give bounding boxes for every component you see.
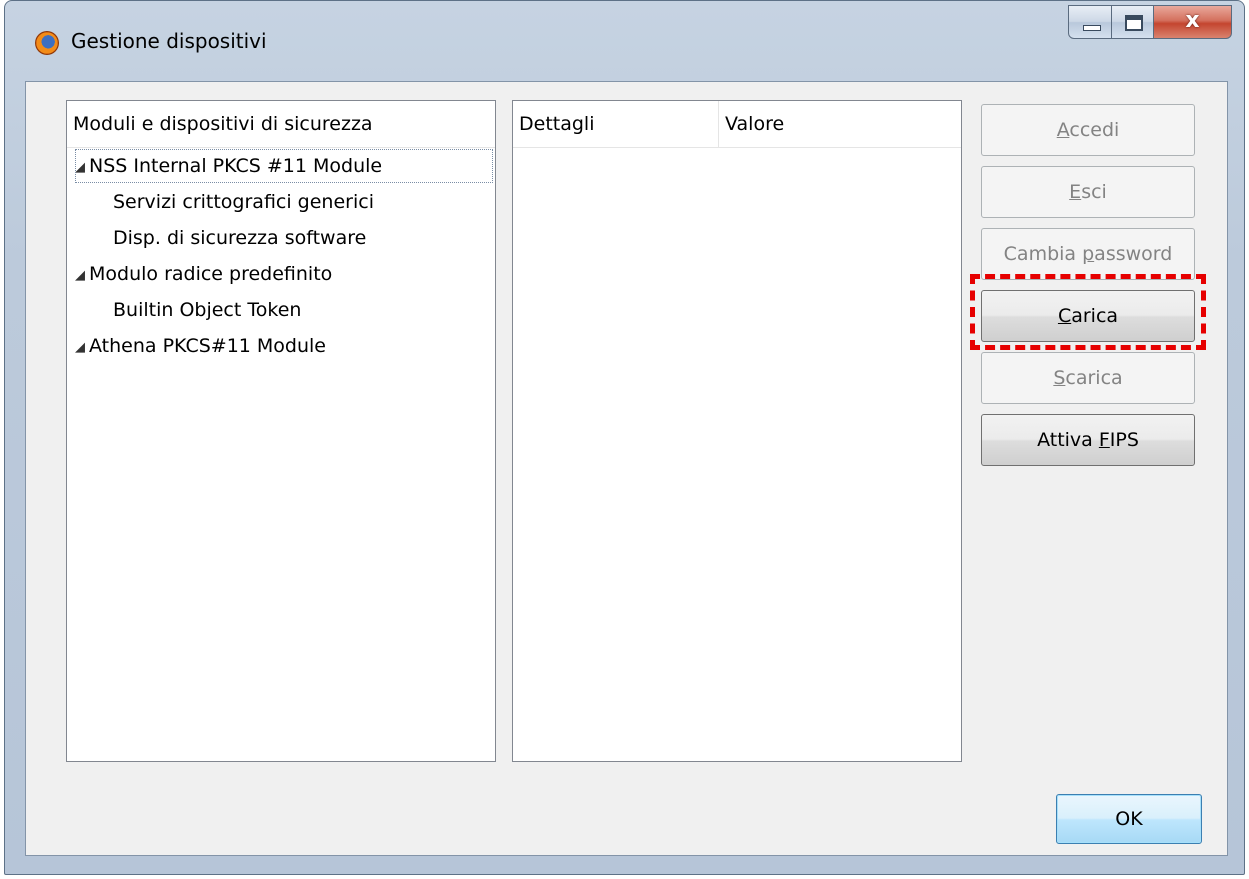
button-label: IPS [1109, 429, 1139, 451]
column-header-details[interactable]: Dettagli [513, 101, 719, 147]
button-accel: E [1069, 181, 1082, 203]
login-button[interactable]: Accedi [981, 104, 1195, 156]
security-modules-tree[interactable]: Moduli e dispositivi di sicurezza ◢ NSS I… [66, 100, 496, 762]
tree-item-nss-internal-module[interactable]: ◢ NSS Internal PKCS #11 Module [75, 149, 493, 183]
expand-arrow-icon[interactable]: ◢ [75, 259, 89, 293]
button-label: ccedi [1069, 119, 1120, 141]
button-label: Attiva [1037, 429, 1099, 451]
close-icon: x [1185, 8, 1200, 33]
change-password-button[interactable]: Cambia password [981, 228, 1195, 280]
caption-buttons: x [1068, 5, 1232, 41]
enable-fips-button[interactable]: Attiva FIPS [981, 414, 1195, 466]
minimize-icon [1083, 25, 1101, 31]
tree-item-label: NSS Internal PKCS #11 Module [89, 155, 383, 177]
close-button[interactable]: x [1154, 5, 1232, 39]
firefox-icon [35, 31, 59, 55]
maximize-icon [1125, 15, 1143, 31]
maximize-button[interactable] [1112, 5, 1154, 39]
dialog-client-area: Moduli e dispositivi di sicurezza ◢ NSS I… [25, 81, 1228, 856]
tree-item-software-security-device[interactable]: Disp. di sicurezza software [113, 221, 366, 255]
details-list[interactable]: Dettagli Valore [512, 100, 962, 762]
device-manager-window: Gestione dispositivi x Moduli e disposit… [4, 0, 1245, 875]
button-label: sci [1081, 181, 1107, 203]
tree-column-header[interactable]: Moduli e dispositivi di sicurezza [67, 101, 495, 148]
button-accel: S [1053, 367, 1066, 389]
button-label: assword [1094, 243, 1173, 265]
title-bar[interactable]: Gestione dispositivi x [5, 1, 1244, 81]
tree-item-label: Modulo radice predefinito [89, 263, 333, 285]
ok-button[interactable]: OK [1056, 794, 1202, 844]
column-header-value[interactable]: Valore [719, 101, 961, 147]
window-title: Gestione dispositivi [71, 29, 267, 53]
button-accel: p [1082, 243, 1095, 265]
button-accel: A [1056, 119, 1070, 141]
load-button-highlight [970, 274, 1206, 350]
expand-arrow-icon[interactable]: ◢ [75, 331, 89, 365]
tree-item-builtin-object-token[interactable]: Builtin Object Token [113, 293, 301, 327]
expand-arrow-icon[interactable]: ◢ [75, 151, 89, 185]
logout-button[interactable]: Esci [981, 166, 1195, 218]
button-label: carica [1065, 367, 1123, 389]
button-label: Cambia [1003, 243, 1083, 265]
tree-item-label: Servizi crittografici generici [113, 191, 374, 213]
tree-item-label: Athena PKCS#11 Module [89, 335, 326, 357]
tree-item-athena-module[interactable]: ◢ Athena PKCS#11 Module [75, 329, 326, 363]
tree-item-generic-crypto-services[interactable]: Servizi crittografici generici [113, 185, 374, 219]
details-header: Dettagli Valore [513, 101, 961, 148]
button-accel: F [1098, 429, 1110, 451]
tree-item-label: Builtin Object Token [113, 299, 302, 321]
minimize-button[interactable] [1068, 5, 1112, 39]
tree-item-builtin-roots-module[interactable]: ◢ Modulo radice predefinito [75, 257, 332, 291]
tree-item-label: Disp. di sicurezza software [113, 227, 367, 249]
unload-button[interactable]: Scarica [981, 352, 1195, 404]
